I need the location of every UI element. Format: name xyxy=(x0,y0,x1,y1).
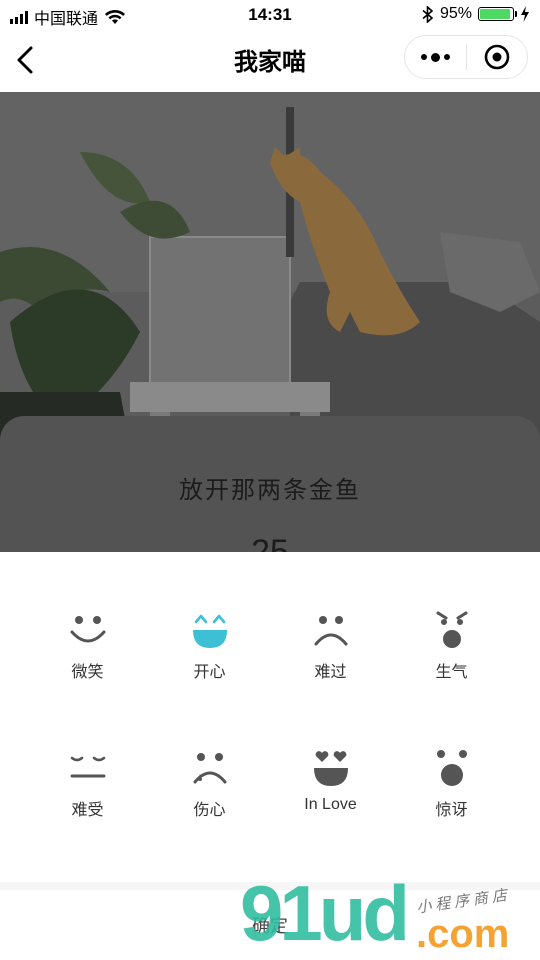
mood-option-crying[interactable]: 伤心 xyxy=(142,748,277,858)
mood-label: 微笑 xyxy=(71,664,104,681)
status-left: 中国联通 xyxy=(10,5,126,29)
more-button[interactable] xyxy=(405,36,466,78)
mood-option-in-love[interactable]: In Love xyxy=(263,748,398,858)
sheet-divider xyxy=(0,882,540,890)
in-love-face-icon xyxy=(313,751,348,786)
battery-level-fill xyxy=(480,9,511,19)
battery-icon xyxy=(478,7,517,21)
more-dots-icon xyxy=(420,52,450,62)
mood-option-happy[interactable]: 开心 xyxy=(142,610,277,720)
mood-label: 惊讶 xyxy=(435,802,468,819)
mood-picker-sheet: 微笑 开心 难过 生气 难受 伤心 In Love 惊讶 确定 xyxy=(0,552,540,960)
wifi-icon xyxy=(105,10,126,24)
target-circle-icon xyxy=(484,44,510,70)
charging-icon xyxy=(521,6,529,22)
status-bar: 中国联通 14:31 95% xyxy=(0,0,540,30)
confirm-label: 确定 xyxy=(252,916,288,936)
bluetooth-icon xyxy=(422,5,434,23)
status-right: 95% xyxy=(422,5,530,23)
surprised-face-icon xyxy=(436,750,467,786)
nav-bar: 我家喵 xyxy=(0,30,540,92)
mood-option-sad[interactable]: 难过 xyxy=(263,610,398,720)
mood-option-uncomfortable[interactable]: 难受 xyxy=(20,748,155,858)
mood-option-angry[interactable]: 生气 xyxy=(384,610,519,720)
signal-icon xyxy=(10,10,28,24)
battery-percent: 95% xyxy=(439,5,472,22)
mood-option-surprised[interactable]: 惊讶 xyxy=(384,748,519,858)
angry-face-icon xyxy=(436,611,467,648)
mood-label: 难过 xyxy=(314,664,347,681)
mood-label: 难受 xyxy=(71,802,104,819)
happy-face-icon xyxy=(192,614,227,648)
mood-label: 开心 xyxy=(193,664,226,681)
capsule-menu xyxy=(404,35,528,79)
mood-label: 伤心 xyxy=(193,802,226,819)
post-title: 放开那两条金鱼 xyxy=(179,477,361,504)
mood-label: 生气 xyxy=(435,664,468,681)
uncomfortable-face-icon xyxy=(70,756,105,778)
carrier-label: 中国联通 xyxy=(34,11,99,28)
post-count: 25 xyxy=(251,533,289,552)
mood-option-smile[interactable]: 微笑 xyxy=(20,610,155,720)
confirm-button[interactable]: 确定 xyxy=(0,890,540,960)
sad-face-icon xyxy=(314,616,347,646)
mood-label: In Love xyxy=(304,796,357,813)
crying-face-icon xyxy=(193,753,226,784)
smile-face-icon xyxy=(70,616,105,643)
close-miniprogram-button[interactable] xyxy=(467,36,528,78)
